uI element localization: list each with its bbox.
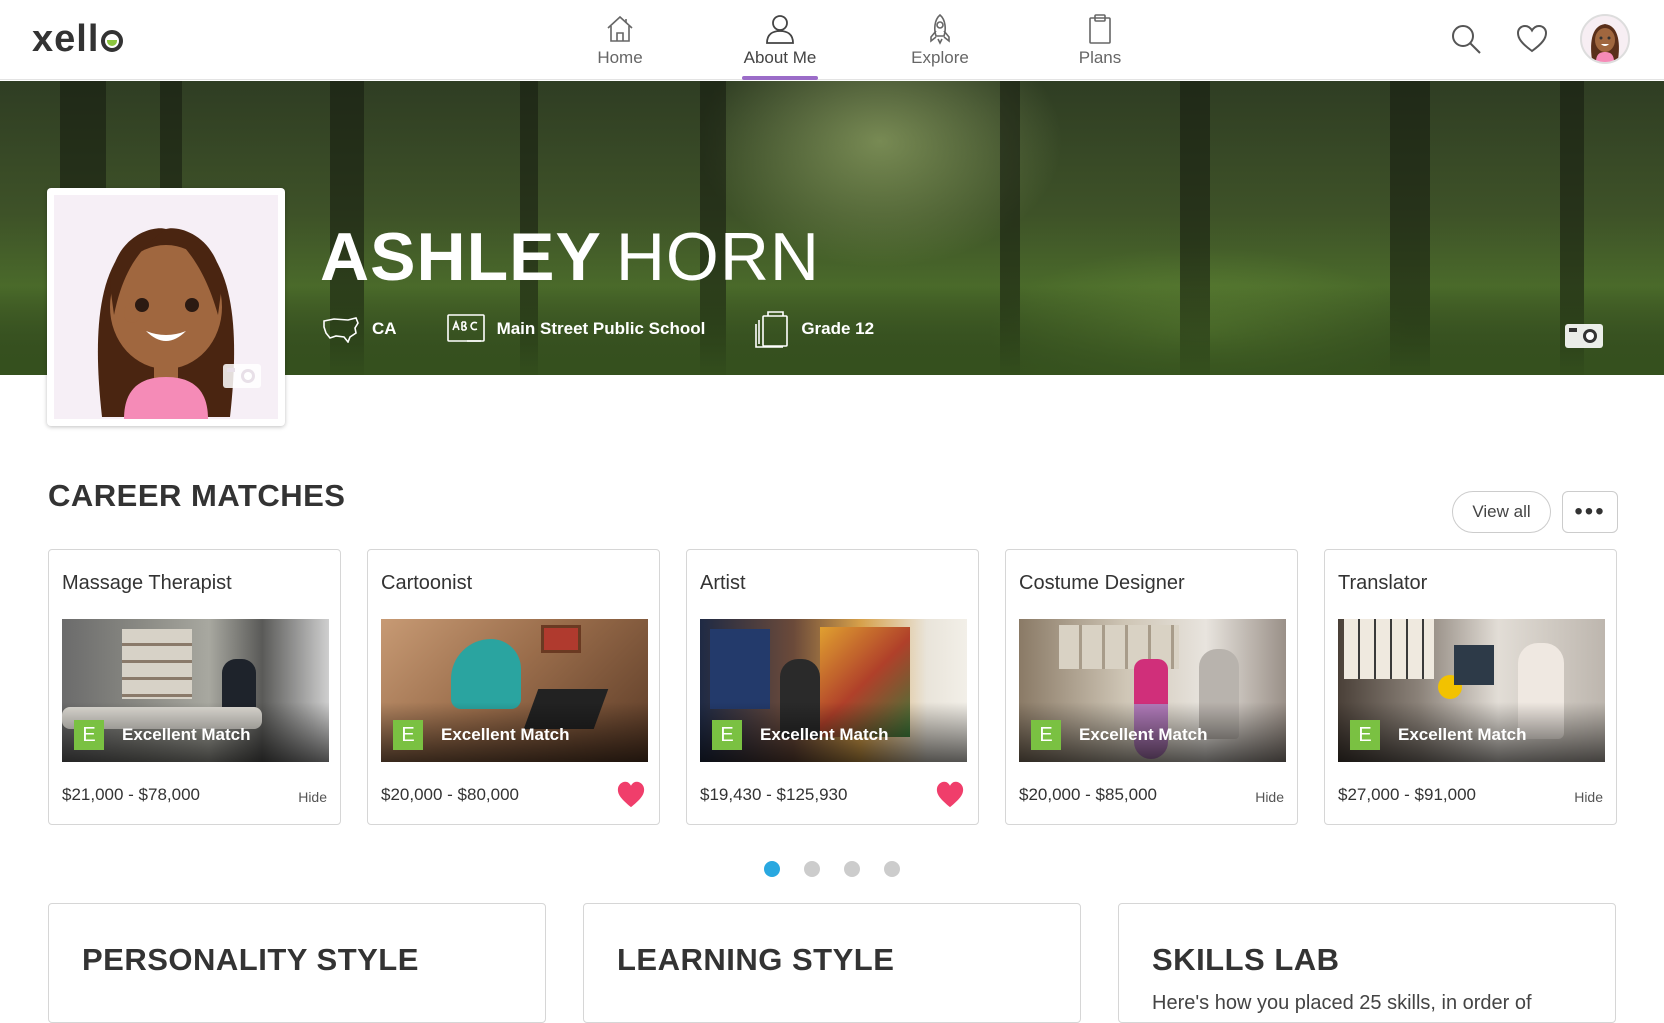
last-name: HORN bbox=[615, 219, 821, 295]
hide-button[interactable]: Hide bbox=[1574, 789, 1603, 805]
region: CA bbox=[322, 315, 397, 343]
search-icon bbox=[1452, 25, 1481, 54]
nav-plans[interactable]: Plans bbox=[1020, 0, 1180, 80]
section-description: Here's how you placed 25 skills, in orde… bbox=[1152, 992, 1532, 1014]
favorite-heart-icon[interactable] bbox=[935, 780, 965, 808]
avatar-illustration bbox=[1591, 24, 1619, 62]
career-title: Costume Designer bbox=[1019, 572, 1185, 594]
rocket-icon bbox=[930, 13, 950, 45]
career-title: Artist bbox=[700, 572, 746, 594]
map-outline-icon bbox=[323, 317, 359, 343]
nav-about-me-label: About Me bbox=[743, 48, 817, 67]
hide-button[interactable]: Hide bbox=[1255, 789, 1284, 805]
nav-explore[interactable]: Explore bbox=[860, 0, 1020, 80]
user-icon bbox=[766, 15, 794, 44]
search-button[interactable] bbox=[1448, 21, 1484, 57]
career-image: E Excellent Match bbox=[62, 619, 329, 762]
carousel-dot-4[interactable] bbox=[884, 861, 900, 877]
match-label: Excellent Match bbox=[1079, 725, 1208, 744]
excellent-badge: E bbox=[74, 720, 104, 750]
career-cards: Massage Therapist E Excellent Match $21,0… bbox=[48, 549, 1617, 825]
match-label: Excellent Match bbox=[760, 725, 889, 744]
profile-meta: CA Main Street Public School Grade 12 bbox=[322, 310, 924, 348]
carousel-dot-1[interactable] bbox=[764, 861, 780, 877]
section-title: PERSONALITY STYLE bbox=[82, 942, 419, 977]
favorites-button[interactable] bbox=[1514, 21, 1550, 57]
career-image: E Excellent Match bbox=[1338, 619, 1605, 762]
books-icon bbox=[755, 311, 789, 348]
nav-home-label: Home bbox=[597, 48, 643, 67]
region-label: CA bbox=[372, 319, 397, 338]
top-navigation-bar: xell Home About Me Explore Plans bbox=[0, 0, 1664, 80]
career-title: Cartoonist bbox=[381, 572, 473, 594]
career-card[interactable]: Massage Therapist E Excellent Match $21,0… bbox=[48, 549, 341, 825]
nav-about-me[interactable]: About Me bbox=[700, 0, 860, 80]
skills-lab-card[interactable]: SKILLS LAB Here's how you placed 25 skil… bbox=[1118, 903, 1616, 1023]
top-actions bbox=[1448, 14, 1630, 64]
match-label: Excellent Match bbox=[122, 725, 251, 744]
clipboard-icon bbox=[1089, 14, 1111, 44]
salary-range: $19,430 - $125,930 bbox=[700, 785, 848, 804]
profile-photo[interactable] bbox=[47, 188, 285, 426]
more-options-button[interactable]: ••• bbox=[1562, 491, 1618, 533]
career-card[interactable]: Artist E Excellent Match $19,430 - $125,9… bbox=[686, 549, 979, 825]
school: Main Street Public School bbox=[446, 314, 706, 344]
carousel-dot-2[interactable] bbox=[804, 861, 820, 877]
xello-logo[interactable]: xell bbox=[32, 18, 124, 61]
main-nav: Home About Me Explore Plans bbox=[540, 0, 1180, 80]
home-icon bbox=[607, 15, 633, 42]
match-label: Excellent Match bbox=[1398, 725, 1527, 744]
salary-range: $27,000 - $91,000 bbox=[1338, 785, 1477, 804]
career-image: E Excellent Match bbox=[700, 619, 967, 762]
match-label: Excellent Match bbox=[441, 725, 570, 744]
chalkboard-icon bbox=[446, 314, 485, 342]
salary-range: $20,000 - $85,000 bbox=[1019, 785, 1158, 804]
career-card[interactable]: Translator E Excellent Match $27,000 - $9… bbox=[1324, 549, 1617, 825]
avatar[interactable] bbox=[1580, 14, 1630, 64]
career-title: Massage Therapist bbox=[62, 572, 232, 594]
salary-range: $20,000 - $80,000 bbox=[381, 785, 520, 804]
excellent-badge: E bbox=[393, 720, 423, 750]
favorite-heart-icon[interactable] bbox=[616, 780, 646, 808]
career-matches-title: CAREER MATCHES bbox=[48, 478, 346, 513]
school-label: Main Street Public School bbox=[496, 319, 706, 338]
hide-button[interactable]: Hide bbox=[298, 789, 327, 805]
excellent-badge: E bbox=[712, 720, 742, 750]
student-name: ASHLEY HORN bbox=[320, 218, 820, 296]
view-all-button[interactable]: View all bbox=[1452, 491, 1551, 533]
section-title: SKILLS LAB bbox=[1152, 942, 1340, 977]
first-name: ASHLEY bbox=[320, 219, 602, 295]
grade: Grade 12 bbox=[755, 310, 874, 348]
career-image: E Excellent Match bbox=[381, 619, 648, 762]
career-title: Translator bbox=[1338, 572, 1428, 594]
carousel-dot-3[interactable] bbox=[844, 861, 860, 877]
salary-range: $21,000 - $78,000 bbox=[62, 785, 201, 804]
change-photo-camera-icon[interactable] bbox=[222, 361, 262, 389]
excellent-badge: E bbox=[1350, 720, 1380, 750]
profile-sections: PERSONALITY STYLE LEARNING STYLE SKILLS … bbox=[48, 903, 1616, 1023]
section-title: LEARNING STYLE bbox=[617, 942, 895, 977]
nav-explore-label: Explore bbox=[911, 48, 969, 67]
career-card[interactable]: Cartoonist E Excellent Match $20,000 - $8… bbox=[367, 549, 660, 825]
nav-home[interactable]: Home bbox=[540, 0, 700, 80]
nav-plans-label: Plans bbox=[1078, 48, 1122, 67]
excellent-badge: E bbox=[1031, 720, 1061, 750]
personality-style-card[interactable]: PERSONALITY STYLE bbox=[48, 903, 546, 1023]
change-banner-camera-icon[interactable] bbox=[1564, 321, 1604, 349]
learning-style-card[interactable]: LEARNING STYLE bbox=[583, 903, 1081, 1023]
heart-icon bbox=[1516, 24, 1548, 53]
grade-label: Grade 12 bbox=[801, 319, 875, 338]
carousel-pagination bbox=[764, 861, 900, 877]
career-image: E Excellent Match bbox=[1019, 619, 1286, 762]
career-card[interactable]: Costume Designer E Excellent Match $20,00… bbox=[1005, 549, 1298, 825]
